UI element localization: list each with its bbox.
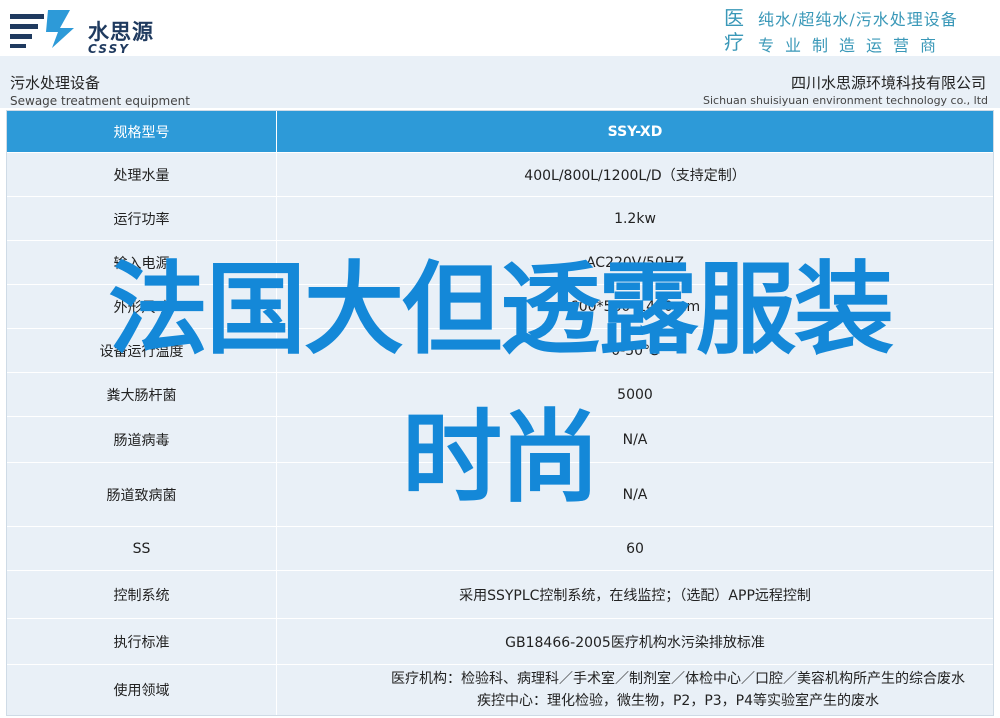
usage-line-medical: 医疗机构：检验科、病理科／手术室／制剂室／体检中心／口腔／美容机构所产生的综合废… <box>391 671 965 687</box>
spec-label: 控制系统 <box>7 571 277 618</box>
spec-value: 400L/800L/1200L/D（支持定制） <box>524 167 746 184</box>
table-row: 控制系统 采用SSYPLC控制系统，在线监控；（选配）APP远程控制 <box>7 571 993 619</box>
logo-icon <box>10 10 74 48</box>
spec-label: 规格型号 <box>7 111 277 152</box>
spec-value: 医疗机构：检验科、病理科／手术室／制剂室／体检中心／口腔／美容机构所产生的综合废… <box>277 665 993 715</box>
brand-name-en: CSSY <box>88 42 130 56</box>
table-row: 处理水量 400L/800L/1200L/D（支持定制） <box>7 153 993 197</box>
headline-line1: 法国大但透露服装 <box>108 251 894 368</box>
spec-value: 采用SSYPLC控制系统，在线监控；（选配）APP远程控制 <box>459 587 811 604</box>
table-row: 使用领域 医疗机构：检验科、病理科／手术室／制剂室／体检中心／口腔／美容机构所产… <box>7 665 993 715</box>
headline-overlay: 法国大但透露服装 时尚 <box>0 252 1000 516</box>
slogan-line2: 专业制造运营商 <box>758 36 948 55</box>
slogan-line1: 纯水/超纯水/污水处理设备 <box>758 10 958 29</box>
spec-value: 1.2kw <box>614 210 656 227</box>
table-row: 执行标准 GB18466-2005医疗机构水污染排放标准 <box>7 619 993 665</box>
spec-label: SS <box>7 527 277 570</box>
brand-logo: 水思源 CSSY <box>8 6 153 56</box>
spec-value: GB18466-2005医疗机构水污染排放标准 <box>505 634 765 651</box>
spec-label: 使用领域 <box>7 665 277 715</box>
company-name-en: Sichuan shuisiyuan environment technolog… <box>702 94 988 107</box>
spec-value: 60 <box>626 540 644 557</box>
headline-line2: 时尚 <box>402 399 600 516</box>
category-title: 污水处理设备 <box>10 74 101 92</box>
slogan-big: 医疗 <box>724 6 744 54</box>
spec-label: 运行功率 <box>7 197 277 240</box>
table-row: SS 60 <box>7 527 993 571</box>
spec-value: SSY-XD <box>607 123 663 140</box>
company-name: 四川水思源环境科技有限公司 <box>790 74 986 92</box>
category-subtitle: Sewage treatment equipment <box>10 94 190 108</box>
table-header-row: 规格型号 SSY-XD <box>7 111 993 153</box>
table-row: 运行功率 1.2kw <box>7 197 993 241</box>
spec-label: 执行标准 <box>7 619 277 664</box>
spec-label: 处理水量 <box>7 153 277 196</box>
usage-line-cdc: 疾控中心：理化检验，微生物，P2，P3，P4等实验室产生的废水 <box>476 693 880 709</box>
